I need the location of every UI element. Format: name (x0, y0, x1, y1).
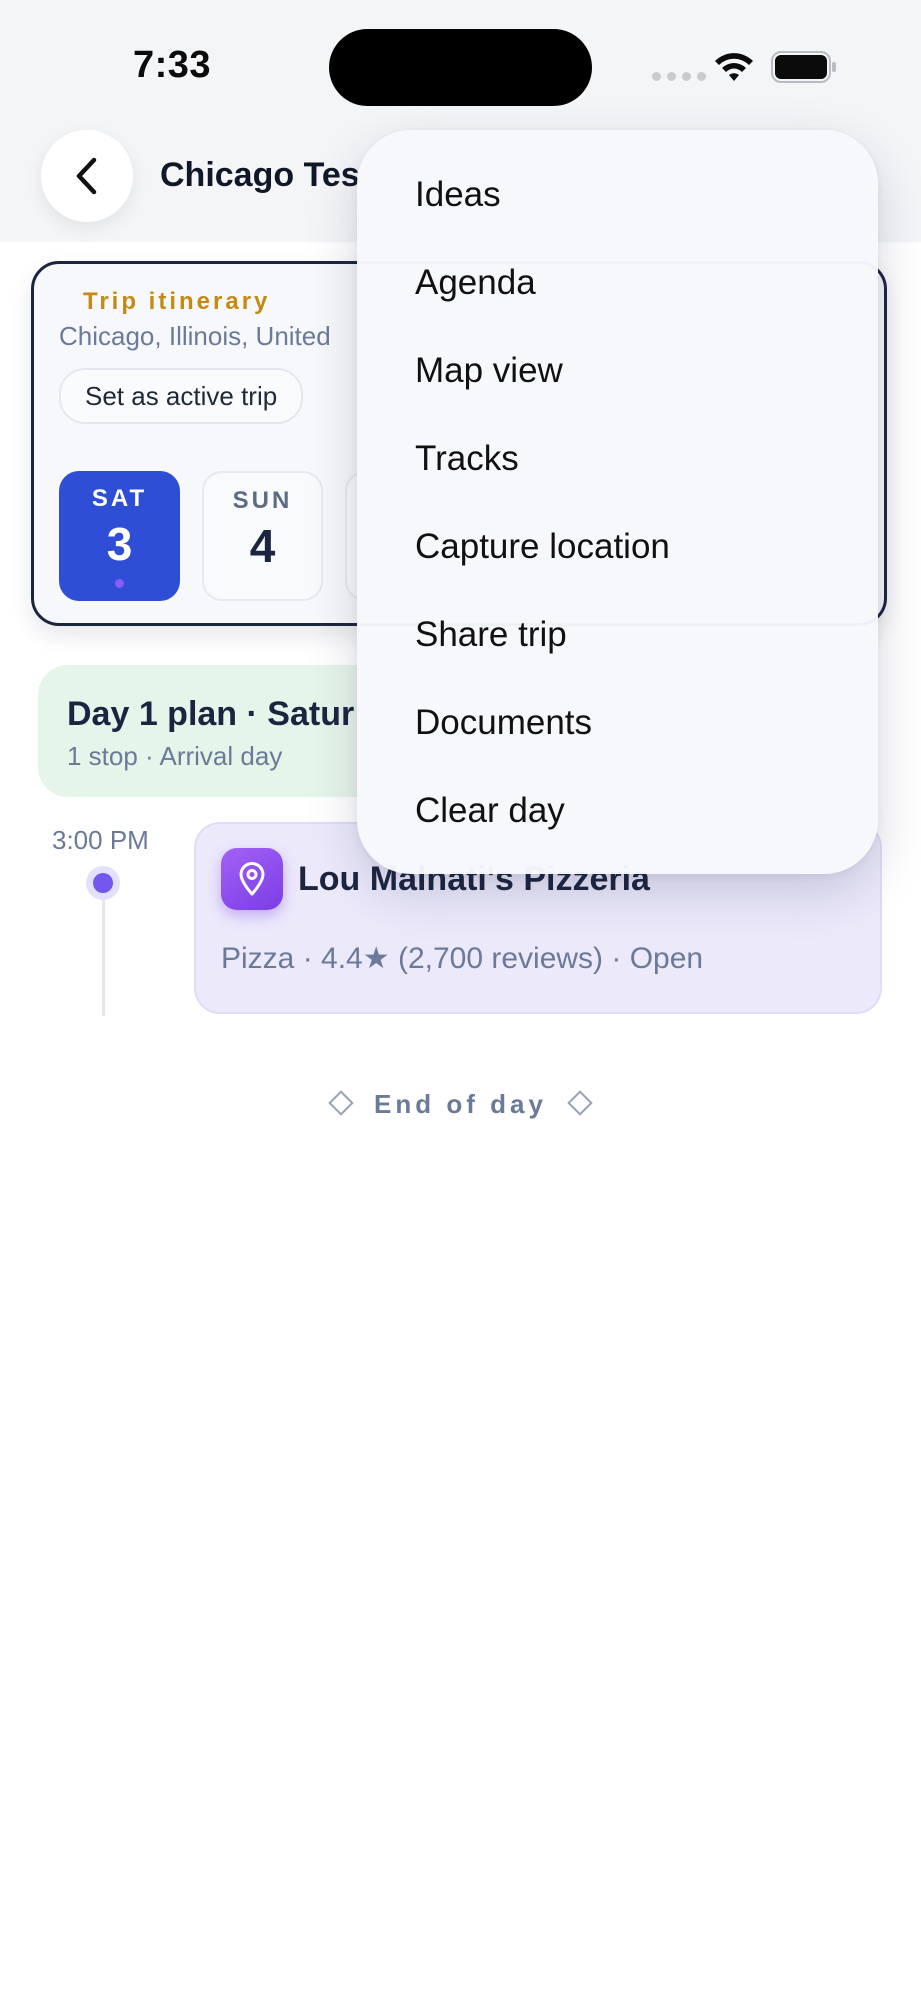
menu-item-ideas[interactable]: Ideas (415, 165, 501, 225)
end-of-day-label: End of day (374, 1089, 547, 1119)
day-chip-weekday: SAT (91, 485, 148, 512)
timeline-node (86, 866, 120, 900)
menu-item-documents[interactable]: Documents (415, 693, 592, 753)
set-active-trip-button[interactable]: Set as active trip (59, 368, 304, 424)
location-pin-icon (221, 848, 283, 910)
end-of-day-marker: End of day (0, 1089, 921, 1120)
day-plan-title: Day 1 plan · Satur (67, 695, 355, 733)
menu-item-share-trip[interactable]: Share trip (415, 605, 567, 665)
diamond-icon (567, 1090, 593, 1116)
menu-item-clear-day[interactable]: Clear day (415, 781, 565, 841)
day-plan-subtitle: 1 stop · Arrival day (67, 741, 283, 771)
menu-item-agenda[interactable]: Agenda (415, 253, 536, 313)
timeline-line (102, 882, 105, 1016)
day-chip-weekday: SUN (232, 487, 293, 514)
menu-item-capture-location[interactable]: Capture location (415, 517, 670, 577)
back-button[interactable] (41, 130, 133, 222)
wifi-icon (715, 53, 753, 81)
status-bar: 7:33 (0, 0, 921, 120)
status-time: 7:33 (133, 44, 212, 86)
itinerary-location: Chicago, Illinois, United (59, 321, 331, 351)
stop-time: 3:00 PM (52, 825, 149, 855)
itinerary-eyebrow: Trip itinerary (83, 288, 271, 315)
trip-options-menu: Ideas Agenda Map view Tracks Capture loc… (357, 130, 878, 874)
diamond-icon (328, 1090, 354, 1116)
battery-icon (771, 51, 836, 83)
day-chip-sun[interactable]: SUN 4 (202, 471, 323, 601)
stop-meta: Pizza · 4.4★ (2,700 reviews) · Open (221, 942, 704, 975)
chevron-left-icon (76, 157, 97, 195)
cellular-signal-icon (652, 72, 706, 81)
menu-item-tracks[interactable]: Tracks (415, 429, 519, 489)
day-chip-date: 3 (106, 518, 133, 570)
day-has-stops-dot (115, 579, 124, 588)
dynamic-island (329, 29, 592, 106)
day-chip-sat[interactable]: SAT 3 (59, 471, 180, 601)
page-title: Chicago Tes (160, 156, 360, 194)
menu-item-map-view[interactable]: Map view (415, 341, 563, 401)
day-chip-date: 4 (249, 520, 276, 572)
